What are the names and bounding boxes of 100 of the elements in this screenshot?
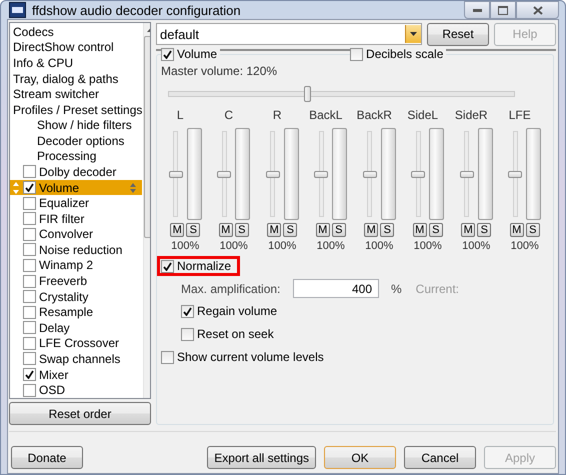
checkbox-label[interactable]: Reset on seek bbox=[181, 327, 277, 341]
filter-row[interactable]: Resample bbox=[10, 304, 142, 320]
channel-slider[interactable] bbox=[460, 128, 474, 220]
checkbox[interactable] bbox=[350, 48, 364, 60]
filter-row[interactable]: Equalizer bbox=[10, 195, 142, 211]
reset-button[interactable]: Reset bbox=[427, 22, 489, 46]
list-item-label[interactable]: Equalizer bbox=[39, 196, 90, 210]
filter-row[interactable]: Crystality bbox=[10, 288, 142, 304]
slider-thumb[interactable] bbox=[362, 171, 377, 178]
list-item-label[interactable]: Swap channels bbox=[39, 352, 120, 366]
filter-row[interactable]: Delay bbox=[10, 320, 142, 336]
list-item-label[interactable]: OSD bbox=[39, 383, 66, 398]
checkbox[interactable] bbox=[23, 196, 36, 210]
list-item-label[interactable]: LFE Crossover bbox=[39, 336, 120, 350]
checkbox[interactable] bbox=[23, 290, 36, 304]
filter-row[interactable]: Freeverb bbox=[10, 273, 142, 289]
slider-thumb[interactable] bbox=[460, 171, 474, 178]
filter-row[interactable]: Dolby decoder bbox=[10, 164, 142, 180]
list-item[interactable]: DirectShow control bbox=[13, 40, 114, 54]
solo-button[interactable]: S bbox=[380, 223, 394, 237]
list-item-label[interactable]: Volume bbox=[39, 180, 80, 195]
checkbox[interactable] bbox=[23, 181, 36, 194]
checkbox[interactable] bbox=[161, 260, 174, 272]
mute-button[interactable]: M bbox=[364, 223, 378, 237]
list-item[interactable]: Processing bbox=[37, 149, 96, 164]
list-item-label[interactable]: Mixer bbox=[39, 368, 68, 382]
preset-dropdown[interactable]: default bbox=[156, 23, 422, 45]
solo-button[interactable]: S bbox=[332, 223, 346, 237]
checkbox[interactable] bbox=[23, 274, 36, 288]
checkbox[interactable] bbox=[181, 304, 194, 318]
filter-row[interactable]: FIR filter bbox=[10, 210, 142, 227]
checkbox[interactable] bbox=[23, 258, 36, 272]
filter-row[interactable]: Swap channels bbox=[10, 351, 142, 367]
checkbox[interactable] bbox=[161, 350, 174, 364]
checkbox[interactable] bbox=[23, 368, 36, 381]
list-item-label[interactable]: Winamp 2 bbox=[39, 258, 94, 272]
mute-button[interactable]: M bbox=[412, 223, 427, 237]
channel-slider[interactable] bbox=[314, 128, 328, 220]
list-item-label[interactable]: Freeverb bbox=[39, 274, 88, 288]
checkbox[interactable] bbox=[181, 328, 194, 340]
checkbox[interactable] bbox=[23, 212, 36, 226]
list-item-label[interactable]: Convolver bbox=[39, 227, 94, 242]
reset-order-button[interactable]: Reset order bbox=[9, 402, 151, 425]
mute-button[interactable]: M bbox=[510, 223, 524, 237]
amplification-field[interactable]: 400 bbox=[293, 279, 379, 298]
checkbox[interactable] bbox=[23, 321, 36, 334]
slider-thumb[interactable] bbox=[314, 171, 328, 178]
checkbox[interactable] bbox=[23, 384, 36, 397]
close-button[interactable] bbox=[516, 1, 559, 19]
checkbox[interactable] bbox=[23, 306, 36, 319]
list-item-label[interactable]: Dolby decoder bbox=[39, 164, 116, 179]
reorder-arrows-icon[interactable] bbox=[13, 182, 19, 194]
donate-button[interactable]: Donate bbox=[11, 446, 83, 469]
filter-row[interactable]: LFE Crossover bbox=[10, 336, 142, 352]
dialog-button[interactable]: OK bbox=[324, 446, 396, 469]
list-item[interactable]: Codecs bbox=[13, 24, 54, 39]
list-item[interactable]: Show / hide filters bbox=[37, 118, 132, 132]
mute-button[interactable]: M bbox=[218, 223, 233, 237]
list-item[interactable]: Decoder options bbox=[37, 134, 124, 148]
solo-button[interactable]: S bbox=[234, 223, 249, 237]
filter-row[interactable]: OSD bbox=[10, 382, 142, 398]
slider-thumb[interactable] bbox=[411, 171, 426, 178]
list-item[interactable]: Profiles / Preset settings bbox=[13, 102, 142, 117]
filter-row[interactable]: Mixer bbox=[10, 366, 142, 382]
list-item[interactable]: Stream switcher bbox=[13, 87, 100, 102]
checkbox[interactable] bbox=[23, 352, 36, 366]
maximize-button[interactable] bbox=[490, 1, 516, 19]
solo-button[interactable]: S bbox=[526, 223, 540, 237]
mute-button[interactable]: M bbox=[461, 223, 476, 237]
solo-button[interactable]: S bbox=[477, 223, 492, 237]
slider-thumb[interactable] bbox=[168, 171, 183, 178]
channel-slider[interactable] bbox=[508, 128, 522, 220]
checkbox[interactable] bbox=[161, 48, 174, 60]
channel-slider[interactable] bbox=[266, 128, 280, 220]
list-item-label[interactable]: Noise reduction bbox=[39, 242, 122, 257]
list-item[interactable]: Info & CPU bbox=[13, 56, 74, 70]
filter-row[interactable]: Winamp 2 bbox=[10, 258, 142, 274]
solo-button[interactable]: S bbox=[186, 223, 200, 237]
solo-button[interactable]: S bbox=[428, 223, 443, 237]
list-item-label[interactable]: Delay bbox=[39, 320, 70, 335]
channel-slider[interactable] bbox=[168, 128, 183, 220]
list-item[interactable]: Tray, dialog & paths bbox=[13, 72, 118, 86]
slider-thumb[interactable] bbox=[304, 86, 311, 102]
dialog-button[interactable]: Cancel bbox=[404, 446, 476, 469]
dialog-button[interactable]: Export all settings bbox=[207, 446, 316, 469]
checkbox[interactable] bbox=[23, 228, 36, 241]
slider-thumb[interactable] bbox=[266, 171, 280, 178]
checkbox[interactable] bbox=[23, 165, 36, 178]
checkbox[interactable] bbox=[23, 336, 36, 350]
minimize-button[interactable] bbox=[464, 1, 490, 19]
channel-slider[interactable] bbox=[362, 128, 377, 220]
list-item-label[interactable]: FIR filter bbox=[39, 212, 84, 226]
slider-thumb[interactable] bbox=[508, 171, 522, 178]
checkbox[interactable] bbox=[23, 243, 36, 256]
list-item-label[interactable]: Resample bbox=[39, 305, 94, 320]
filter-row[interactable]: Noise reduction bbox=[10, 242, 142, 258]
up-down-arrows-icon[interactable] bbox=[130, 182, 136, 193]
filter-row[interactable]: Convolver bbox=[10, 226, 142, 242]
filter-row[interactable]: Volume bbox=[10, 180, 142, 196]
mute-button[interactable]: M bbox=[267, 223, 282, 237]
